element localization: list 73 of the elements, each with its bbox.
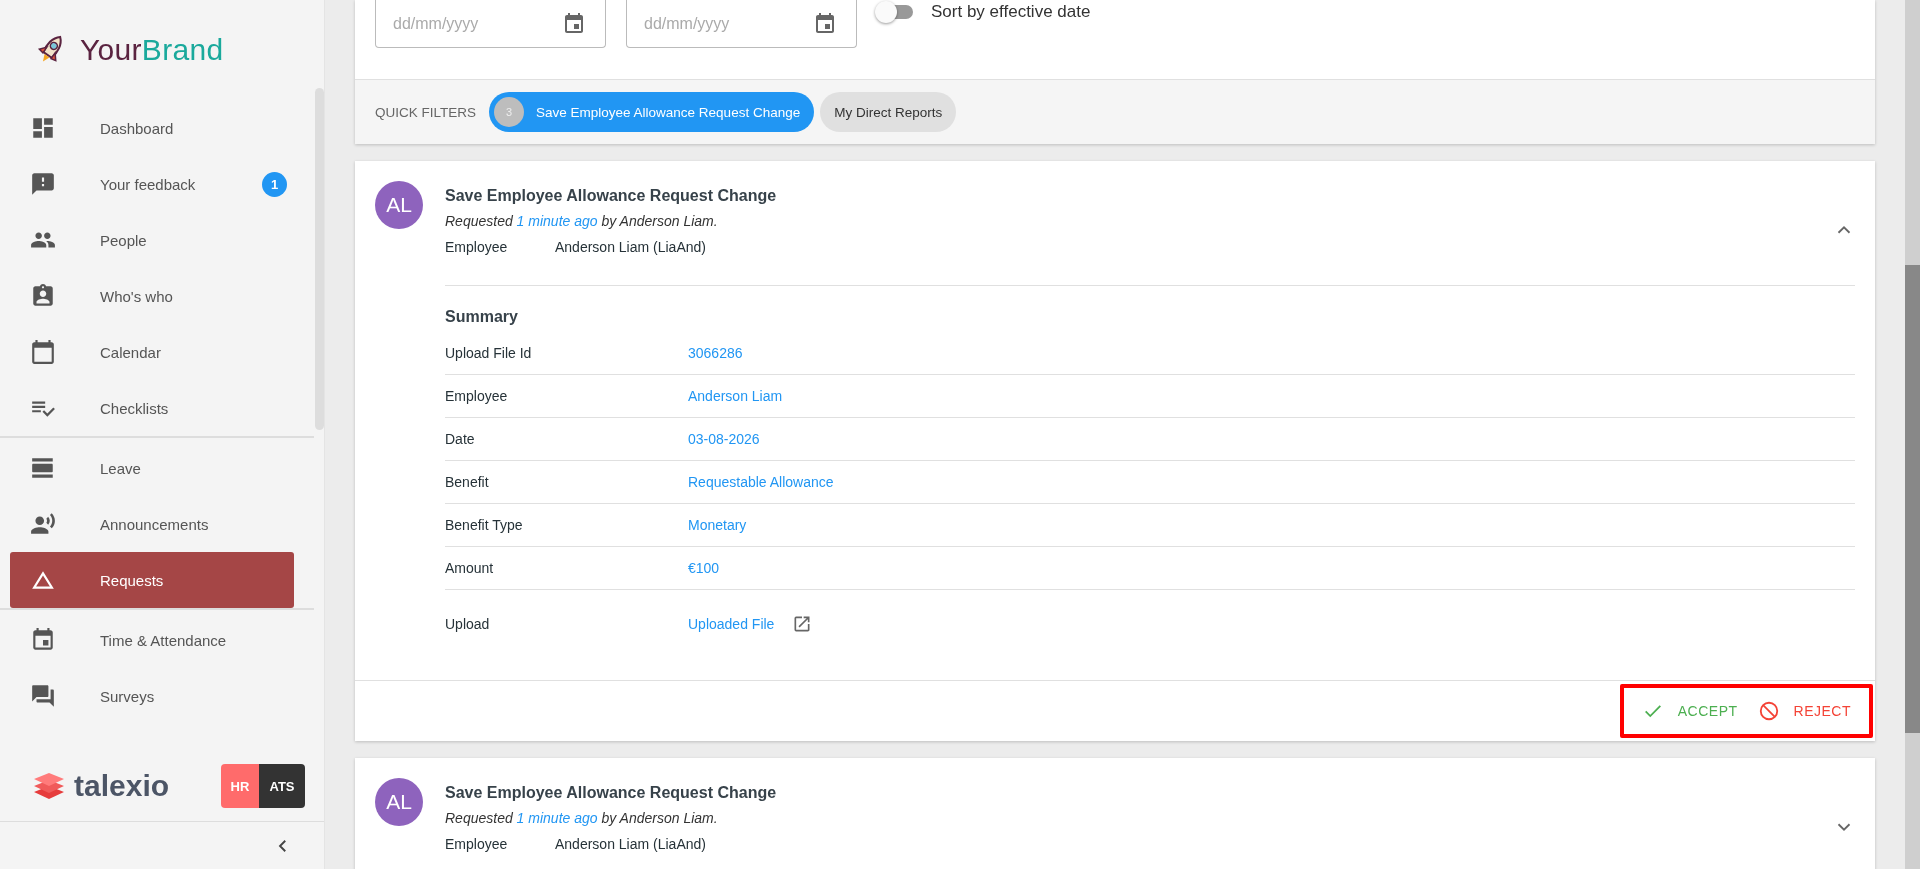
- calendar-icon: [30, 339, 56, 365]
- requested-text: Requested 1 minute ago by Anderson Liam.: [445, 213, 718, 229]
- nav-item[interactable]: People: [0, 212, 314, 268]
- employee-value: Anderson Liam (LiaAnd): [555, 239, 706, 255]
- field-label: Upload: [445, 616, 491, 632]
- employee-label: Employee: [445, 239, 509, 255]
- nav-item[interactable]: Who's who: [0, 268, 314, 324]
- field-label: Benefit: [445, 474, 490, 490]
- nav-label: Time & Attendance: [100, 631, 228, 649]
- count-badge: 1: [262, 171, 287, 197]
- employee-value: Anderson Liam (LiaAnd): [555, 836, 706, 852]
- nav-label: Surveys: [100, 687, 156, 705]
- speaker-person-icon: [30, 511, 56, 537]
- request-title: Save Employee Allowance Request Change: [445, 784, 777, 802]
- nav-item[interactable]: Calendar: [0, 324, 314, 380]
- nav-label: Requests: [100, 571, 165, 589]
- toggle-label: Sort by effective date: [931, 2, 1091, 22]
- brand-name: YourBrand: [80, 33, 224, 67]
- field-value-link[interactable]: 3066286: [688, 345, 743, 361]
- avatar: AL: [375, 778, 423, 826]
- nav-label: Checklists: [100, 399, 170, 417]
- nav-item[interactable]: Announcements: [0, 496, 314, 552]
- field-value-link[interactable]: Monetary: [688, 517, 747, 533]
- field-label: Date: [445, 431, 476, 447]
- nav-label: People: [100, 231, 148, 249]
- time-link[interactable]: 1 minute ago: [516, 213, 598, 229]
- scrollbar[interactable]: [1905, 0, 1920, 869]
- chat-icon: [30, 683, 56, 709]
- nav-label: Leave: [100, 459, 142, 477]
- nav-item[interactable]: Your feedback 1: [0, 156, 314, 212]
- field-label: Employee: [445, 388, 509, 404]
- request-title: Save Employee Allowance Request Change: [445, 187, 777, 205]
- nav-label: Announcements: [100, 515, 210, 533]
- nav-label: Your feedback: [100, 175, 197, 193]
- stacked-rows-icon: [30, 455, 56, 481]
- filter-chip[interactable]: My Direct Reports: [820, 92, 957, 132]
- avatar: AL: [375, 181, 423, 229]
- person-card-icon: [30, 283, 56, 309]
- nav-item[interactable]: Dashboard: [0, 100, 314, 156]
- quick-filters-label: QUICK FILTERS: [375, 104, 476, 120]
- file-link[interactable]: Uploaded File: [688, 616, 775, 632]
- nav-item[interactable]: Checklists: [0, 380, 314, 436]
- time-link[interactable]: 1 minute ago: [516, 810, 598, 826]
- prohibited-icon: [1757, 700, 1780, 722]
- nav-label: Dashboard: [100, 119, 175, 137]
- module-tab[interactable]: ATS: [259, 764, 305, 808]
- field-value-link[interactable]: 03-08-2026: [688, 431, 760, 447]
- nav-item[interactable]: Requests: [10, 552, 294, 608]
- reject-button[interactable]: REJECT: [1753, 696, 1855, 726]
- nav-label: Who's who: [100, 287, 174, 305]
- nav-item[interactable]: Time & Attendance: [0, 612, 314, 668]
- field-label: Amount: [445, 560, 495, 576]
- field-label: Benefit Type: [445, 517, 524, 533]
- calendar-icon[interactable]: [562, 12, 586, 36]
- dashboard-icon: [30, 115, 56, 141]
- product-name: talexio: [74, 769, 170, 803]
- field-label: Upload File Id: [445, 345, 533, 361]
- feedback-icon: [30, 171, 56, 197]
- calendar-icon: [30, 627, 56, 653]
- field-value-link[interactable]: Requestable Allowance: [688, 474, 834, 490]
- external-link-icon[interactable]: [792, 614, 813, 634]
- date-field[interactable]: dd/mm/yyyy: [626, 0, 857, 48]
- nav-item[interactable]: Surveys: [0, 668, 314, 724]
- field-value-link[interactable]: Anderson Liam: [688, 388, 783, 404]
- layers-logo-icon: [32, 772, 66, 800]
- summary-heading: Summary: [445, 308, 519, 326]
- field-value-link[interactable]: €100: [688, 560, 720, 576]
- nav-label: Calendar: [100, 343, 162, 361]
- calendar-icon[interactable]: [813, 12, 837, 36]
- nav-item[interactable]: Leave: [0, 440, 314, 496]
- date-field[interactable]: dd/mm/yyyy: [375, 0, 606, 48]
- requested-text: Requested 1 minute ago by Anderson Liam.: [445, 810, 718, 826]
- employee-label: Employee: [445, 836, 509, 852]
